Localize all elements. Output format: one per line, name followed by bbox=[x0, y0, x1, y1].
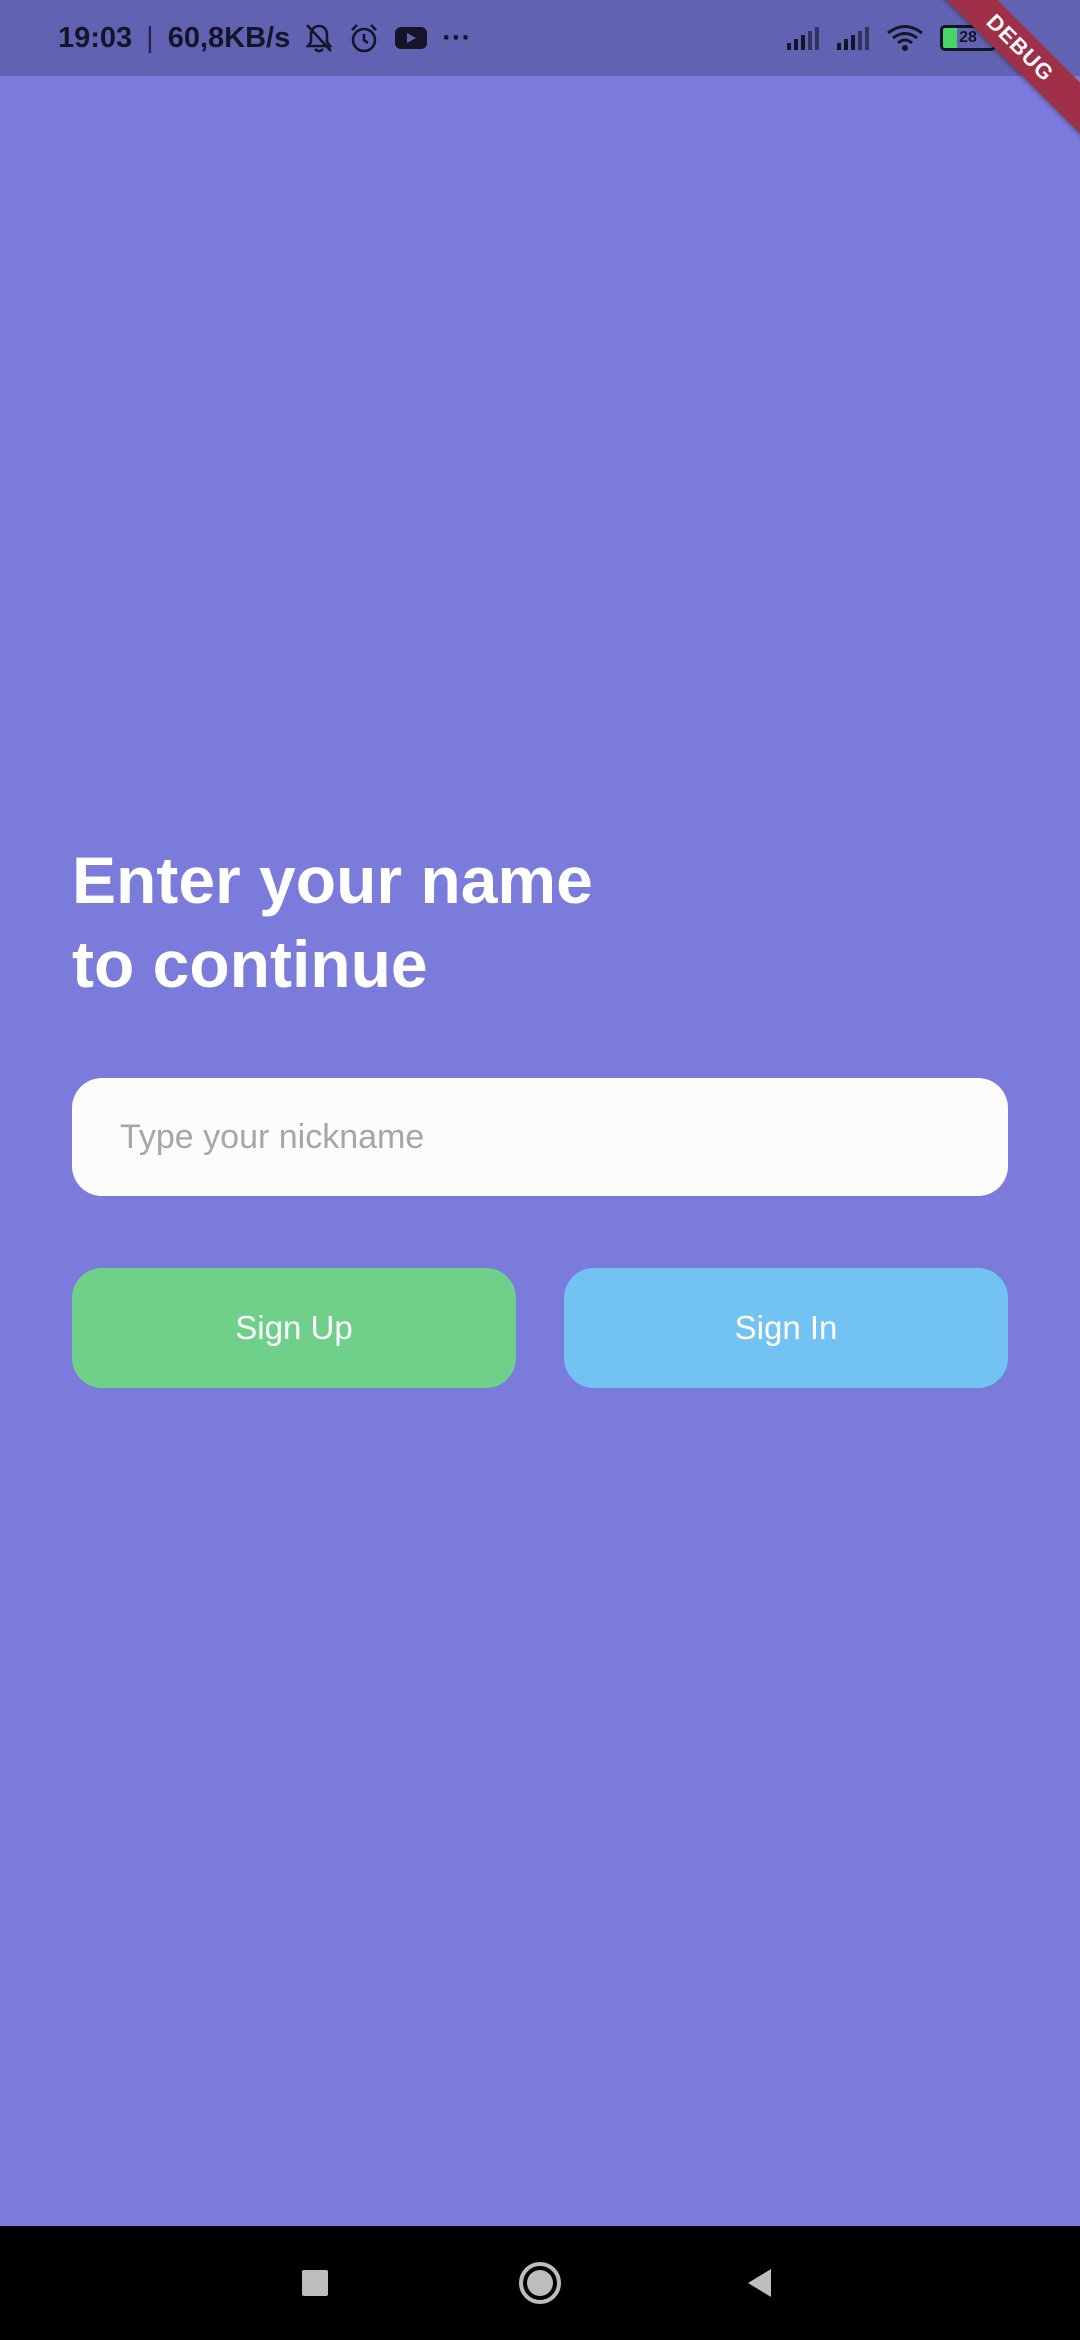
battery-level: 28 bbox=[959, 29, 977, 46]
recents-button[interactable] bbox=[255, 2226, 375, 2340]
signal-icon bbox=[836, 25, 870, 51]
status-overflow: ··· bbox=[442, 21, 472, 54]
alarm-icon bbox=[348, 22, 380, 54]
wifi-icon bbox=[886, 24, 924, 52]
navigation-bar bbox=[0, 2226, 1080, 2340]
title-line-2: to continue bbox=[72, 927, 428, 1001]
network-speed: 60,8KB/s bbox=[167, 21, 291, 54]
back-icon bbox=[745, 2267, 775, 2299]
status-left: 19:03 | 60,8KB/s ··· bbox=[58, 0, 471, 76]
signal-icon bbox=[786, 25, 820, 51]
sign-in-button[interactable]: Sign In bbox=[564, 1268, 1008, 1388]
page-title: Enter your name to continue bbox=[72, 838, 872, 1006]
sign-up-button[interactable]: Sign Up bbox=[72, 1268, 516, 1388]
nickname-input[interactable] bbox=[72, 1078, 1008, 1196]
app-screen: 19:03 | 60,8KB/s ··· 28 DEBUG Enter your… bbox=[0, 0, 1080, 2226]
bell-off-icon bbox=[304, 22, 334, 54]
title-line-1: Enter your name bbox=[72, 843, 593, 917]
recents-icon bbox=[300, 2268, 330, 2298]
home-button[interactable] bbox=[480, 2226, 600, 2340]
home-icon bbox=[518, 2261, 562, 2305]
youtube-icon bbox=[394, 25, 428, 51]
status-time: 19:03 bbox=[58, 21, 133, 54]
status-bar: 19:03 | 60,8KB/s ··· 28 bbox=[0, 0, 1080, 76]
back-button[interactable] bbox=[700, 2226, 820, 2340]
status-separator: | bbox=[146, 21, 154, 54]
